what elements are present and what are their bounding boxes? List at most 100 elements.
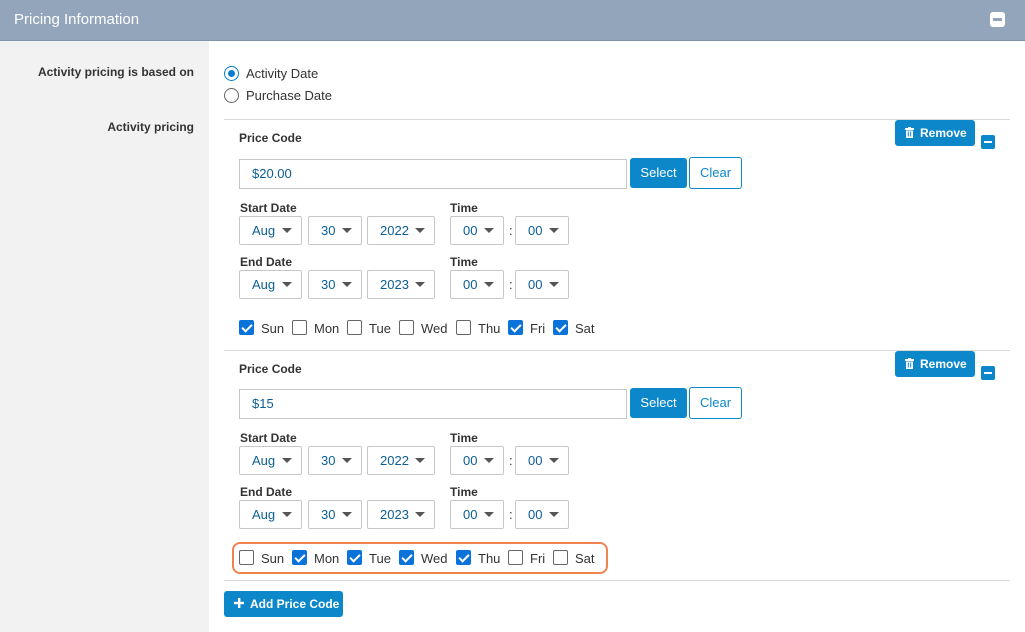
time-separator: : (509, 223, 513, 238)
day-label-sat: Sat (575, 551, 595, 566)
day-checkbox-sun[interactable] (239, 550, 254, 565)
day-label-sat: Sat (575, 321, 595, 336)
purchase-date-radio[interactable] (224, 88, 239, 103)
day-checkbox-sat[interactable] (553, 320, 568, 335)
end-date-label: End Date (240, 485, 293, 499)
chevron-down-icon (342, 458, 352, 463)
day-label-thu: Thu (478, 551, 501, 566)
start-minute-select[interactable]: 00 (515, 216, 569, 245)
end-minute-value: 00 (528, 277, 543, 292)
remove-price-code-button[interactable]: Remove (895, 120, 975, 146)
time-separator: : (509, 277, 513, 292)
start-month-value: Aug (252, 453, 276, 468)
day-label-wed: Wed (421, 321, 448, 336)
end-hour-value: 00 (463, 277, 478, 292)
start-hour-select[interactable]: 00 (450, 216, 504, 245)
end-year-value: 2023 (380, 507, 409, 522)
end-time-label: Time (450, 255, 478, 269)
activity-pricing-label: Activity pricing (107, 120, 194, 134)
end-date-label: End Date (240, 255, 293, 269)
start-minute-select[interactable]: 00 (515, 446, 569, 475)
purchase-date-radio-label[interactable]: Purchase Date (246, 88, 332, 103)
chevron-down-icon (342, 282, 352, 287)
start-month-value: Aug (252, 223, 276, 238)
day-checkbox-wed[interactable] (399, 550, 414, 565)
start-date-label: Start Date (240, 201, 297, 215)
select-button[interactable]: Select (630, 388, 687, 418)
end-time-label: Time (450, 485, 478, 499)
start-day-select[interactable]: 30 (308, 446, 362, 475)
activity-date-radio-label[interactable]: Activity Date (246, 66, 318, 81)
chevron-down-icon (415, 458, 425, 463)
add-price-code-label: Add Price Code (250, 597, 340, 611)
chevron-down-icon (549, 512, 559, 517)
end-year-select[interactable]: 2023 (367, 500, 435, 529)
start-hour-value: 00 (463, 453, 478, 468)
chevron-down-icon (549, 282, 559, 287)
start-year-select[interactable]: 2022 (367, 446, 435, 475)
day-checkbox-mon[interactable] (292, 320, 307, 335)
start-day-value: 30 (321, 453, 336, 468)
activity-date-radio[interactable] (224, 66, 239, 81)
trash-icon (905, 358, 914, 369)
day-checkbox-thu[interactable] (456, 550, 471, 565)
clear-button[interactable]: Clear (689, 387, 742, 419)
start-year-select[interactable]: 2022 (367, 216, 435, 245)
collapse-price-code-icon[interactable] (981, 135, 995, 149)
panel-title: Pricing Information (14, 11, 140, 28)
start-time-label: Time (450, 201, 478, 215)
end-month-select[interactable]: Aug (239, 270, 302, 299)
start-hour-select[interactable]: 00 (450, 446, 504, 475)
collapse-panel-icon[interactable] (990, 12, 1005, 27)
day-checkbox-tue[interactable] (347, 550, 362, 565)
end-day-select[interactable]: 30 (308, 270, 362, 299)
end-month-select[interactable]: Aug (239, 500, 302, 529)
end-hour-select[interactable]: 00 (450, 270, 504, 299)
day-checkbox-sun[interactable] (239, 320, 254, 335)
collapse-price-code-icon[interactable] (981, 366, 995, 380)
start-month-select[interactable]: Aug (239, 216, 302, 245)
chevron-down-icon (282, 228, 292, 233)
start-time-label: Time (450, 431, 478, 445)
day-checkbox-fri[interactable] (508, 320, 523, 335)
remove-price-code-button[interactable]: Remove (895, 351, 975, 377)
select-button[interactable]: Select (630, 158, 687, 188)
price-code-input[interactable]: $15 (239, 389, 627, 419)
day-checkbox-mon[interactable] (292, 550, 307, 565)
end-minute-select[interactable]: 00 (515, 500, 569, 529)
chevron-down-icon (282, 282, 292, 287)
start-date-label: Start Date (240, 431, 297, 445)
day-checkbox-sat[interactable] (553, 550, 568, 565)
day-label-fri: Fri (530, 321, 546, 336)
day-checkbox-thu[interactable] (456, 320, 471, 335)
start-year-value: 2022 (380, 223, 409, 238)
chevron-down-icon (282, 512, 292, 517)
day-checkbox-wed[interactable] (399, 320, 414, 335)
end-minute-select[interactable]: 00 (515, 270, 569, 299)
day-label-wed: Wed (421, 551, 448, 566)
start-day-select[interactable]: 30 (308, 216, 362, 245)
divider (224, 350, 1010, 351)
clear-button[interactable]: Clear (689, 157, 742, 189)
end-year-select[interactable]: 2023 (367, 270, 435, 299)
end-hour-select[interactable]: 00 (450, 500, 504, 529)
end-day-value: 30 (321, 507, 336, 522)
start-month-select[interactable]: Aug (239, 446, 302, 475)
trash-icon (905, 127, 914, 138)
chevron-down-icon (415, 228, 425, 233)
price-code-label: Price Code (239, 362, 302, 376)
price-code-input[interactable]: $20.00 (239, 159, 627, 189)
end-month-value: Aug (252, 507, 276, 522)
end-day-select[interactable]: 30 (308, 500, 362, 529)
day-checkbox-fri[interactable] (508, 550, 523, 565)
pricing-basis-label: Activity pricing is based on (37, 65, 194, 79)
day-label-fri: Fri (530, 551, 546, 566)
add-price-code-button[interactable]: Add Price Code (224, 591, 343, 617)
end-month-value: Aug (252, 277, 276, 292)
chevron-down-icon (415, 512, 425, 517)
day-label-sun: Sun (261, 321, 285, 336)
start-year-value: 2022 (380, 453, 409, 468)
chevron-down-icon (415, 282, 425, 287)
time-separator: : (509, 453, 513, 468)
day-checkbox-tue[interactable] (347, 320, 362, 335)
